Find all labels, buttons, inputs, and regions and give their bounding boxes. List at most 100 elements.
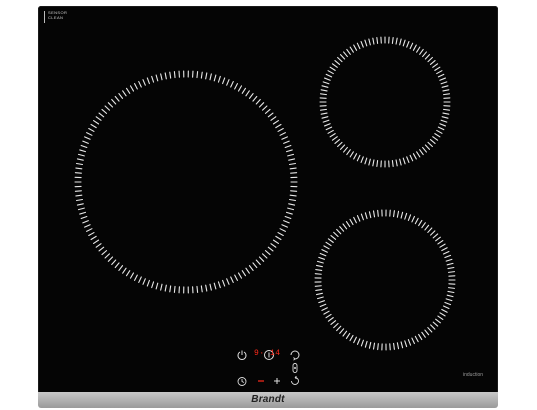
zone-tick [129,272,135,279]
brand-logo: Brandt [251,394,285,405]
zone-tick [76,203,84,206]
zone-tick [436,129,443,134]
zone-tick [270,116,277,121]
zone-tick [333,231,339,238]
zone-tick [434,133,441,138]
zone-tick [439,123,446,127]
zone-tick [445,298,453,302]
power-icon[interactable] [236,349,248,361]
plus-icon[interactable] [271,375,283,387]
timer-icon[interactable] [236,375,248,387]
zone-tick [444,254,452,259]
zone-tick [252,95,258,102]
zone-tick [372,37,375,45]
zone-tick [315,269,323,272]
cooking-zone-large[interactable] [74,70,298,294]
zone-tick [395,37,398,45]
zone-tick [321,85,329,88]
cooking-zone-bottom-right[interactable] [314,209,456,351]
zone-tick [368,158,371,166]
zone-tick [442,250,450,255]
zone-tick [290,172,298,174]
zone-tick [336,228,342,235]
zone-tick [155,282,159,290]
zone-tick [324,123,331,127]
zone-tick [138,276,142,283]
zone-tick [205,72,208,80]
zone-tick [98,246,105,252]
zone-tick [430,230,436,236]
zone-tick [325,126,333,131]
zone-tick [205,284,208,292]
zone-tick [421,222,426,229]
zone-tick [217,281,221,289]
zone-tick [391,36,394,45]
zone-tick [155,74,159,82]
zone-tick [353,216,357,224]
zone-tick [395,159,398,167]
zone-tick [416,46,421,53]
zone-tick [74,172,82,174]
zone-tick [356,338,361,345]
zone-tick [107,256,114,262]
zone-tick [321,249,328,253]
zone-tick [421,331,426,338]
zone-tick [427,327,433,333]
zone-tick [441,247,448,252]
zone-tick [255,259,261,266]
zone-tick [346,48,351,55]
zone-tick [258,102,265,108]
zone-tick [429,139,436,144]
pause-icon[interactable] [289,375,301,387]
zone-tick [272,239,280,244]
zone-tick [104,105,111,111]
zone-tick [151,281,155,289]
zone-tick [345,332,351,339]
zone-tick [321,307,328,311]
zone-tick [360,213,364,221]
zone-tick [399,38,402,46]
zone-tick [288,198,297,202]
zone-tick [441,85,449,88]
boost-icon[interactable] [289,349,301,361]
zone-tick [118,93,124,99]
zone-tick [79,211,87,215]
zone-tick [164,284,167,292]
zone-tick [281,224,288,228]
zone-tick [419,149,424,156]
zone-tick [424,54,431,60]
zone-tick [88,127,95,132]
zone-tick [422,51,427,58]
zone-tick [101,250,108,256]
zone-tick [368,341,372,349]
zone-tick [441,116,449,119]
zone-tick [430,324,436,330]
zone-tick [411,215,415,223]
zone-tick [404,340,408,348]
zone-tick [330,234,337,240]
minus-icon[interactable] [255,375,267,387]
zone-select-icon[interactable] [289,362,301,374]
zone-tick [323,245,330,250]
zone-tick [396,210,400,218]
zone-tick [138,81,142,88]
zone-tick [321,116,329,119]
zone-tick [283,140,290,144]
zone-tick [402,157,406,165]
zone-tick [285,211,293,215]
zone-tick [314,273,322,275]
zone-tick [339,144,346,150]
zone-tick [222,279,226,287]
zone-tick [125,270,131,277]
zone-tick [372,159,375,167]
zone-tick [329,133,336,138]
cooking-zone-top-right[interactable] [319,36,451,168]
zone-tick [222,77,226,85]
zone-tick [339,54,346,60]
zone-tick [226,278,230,285]
zone-tick [368,38,371,46]
zone-tick [79,149,87,153]
zone-tick [77,207,85,211]
zone-tick [267,112,274,118]
zone-tick [434,66,441,71]
